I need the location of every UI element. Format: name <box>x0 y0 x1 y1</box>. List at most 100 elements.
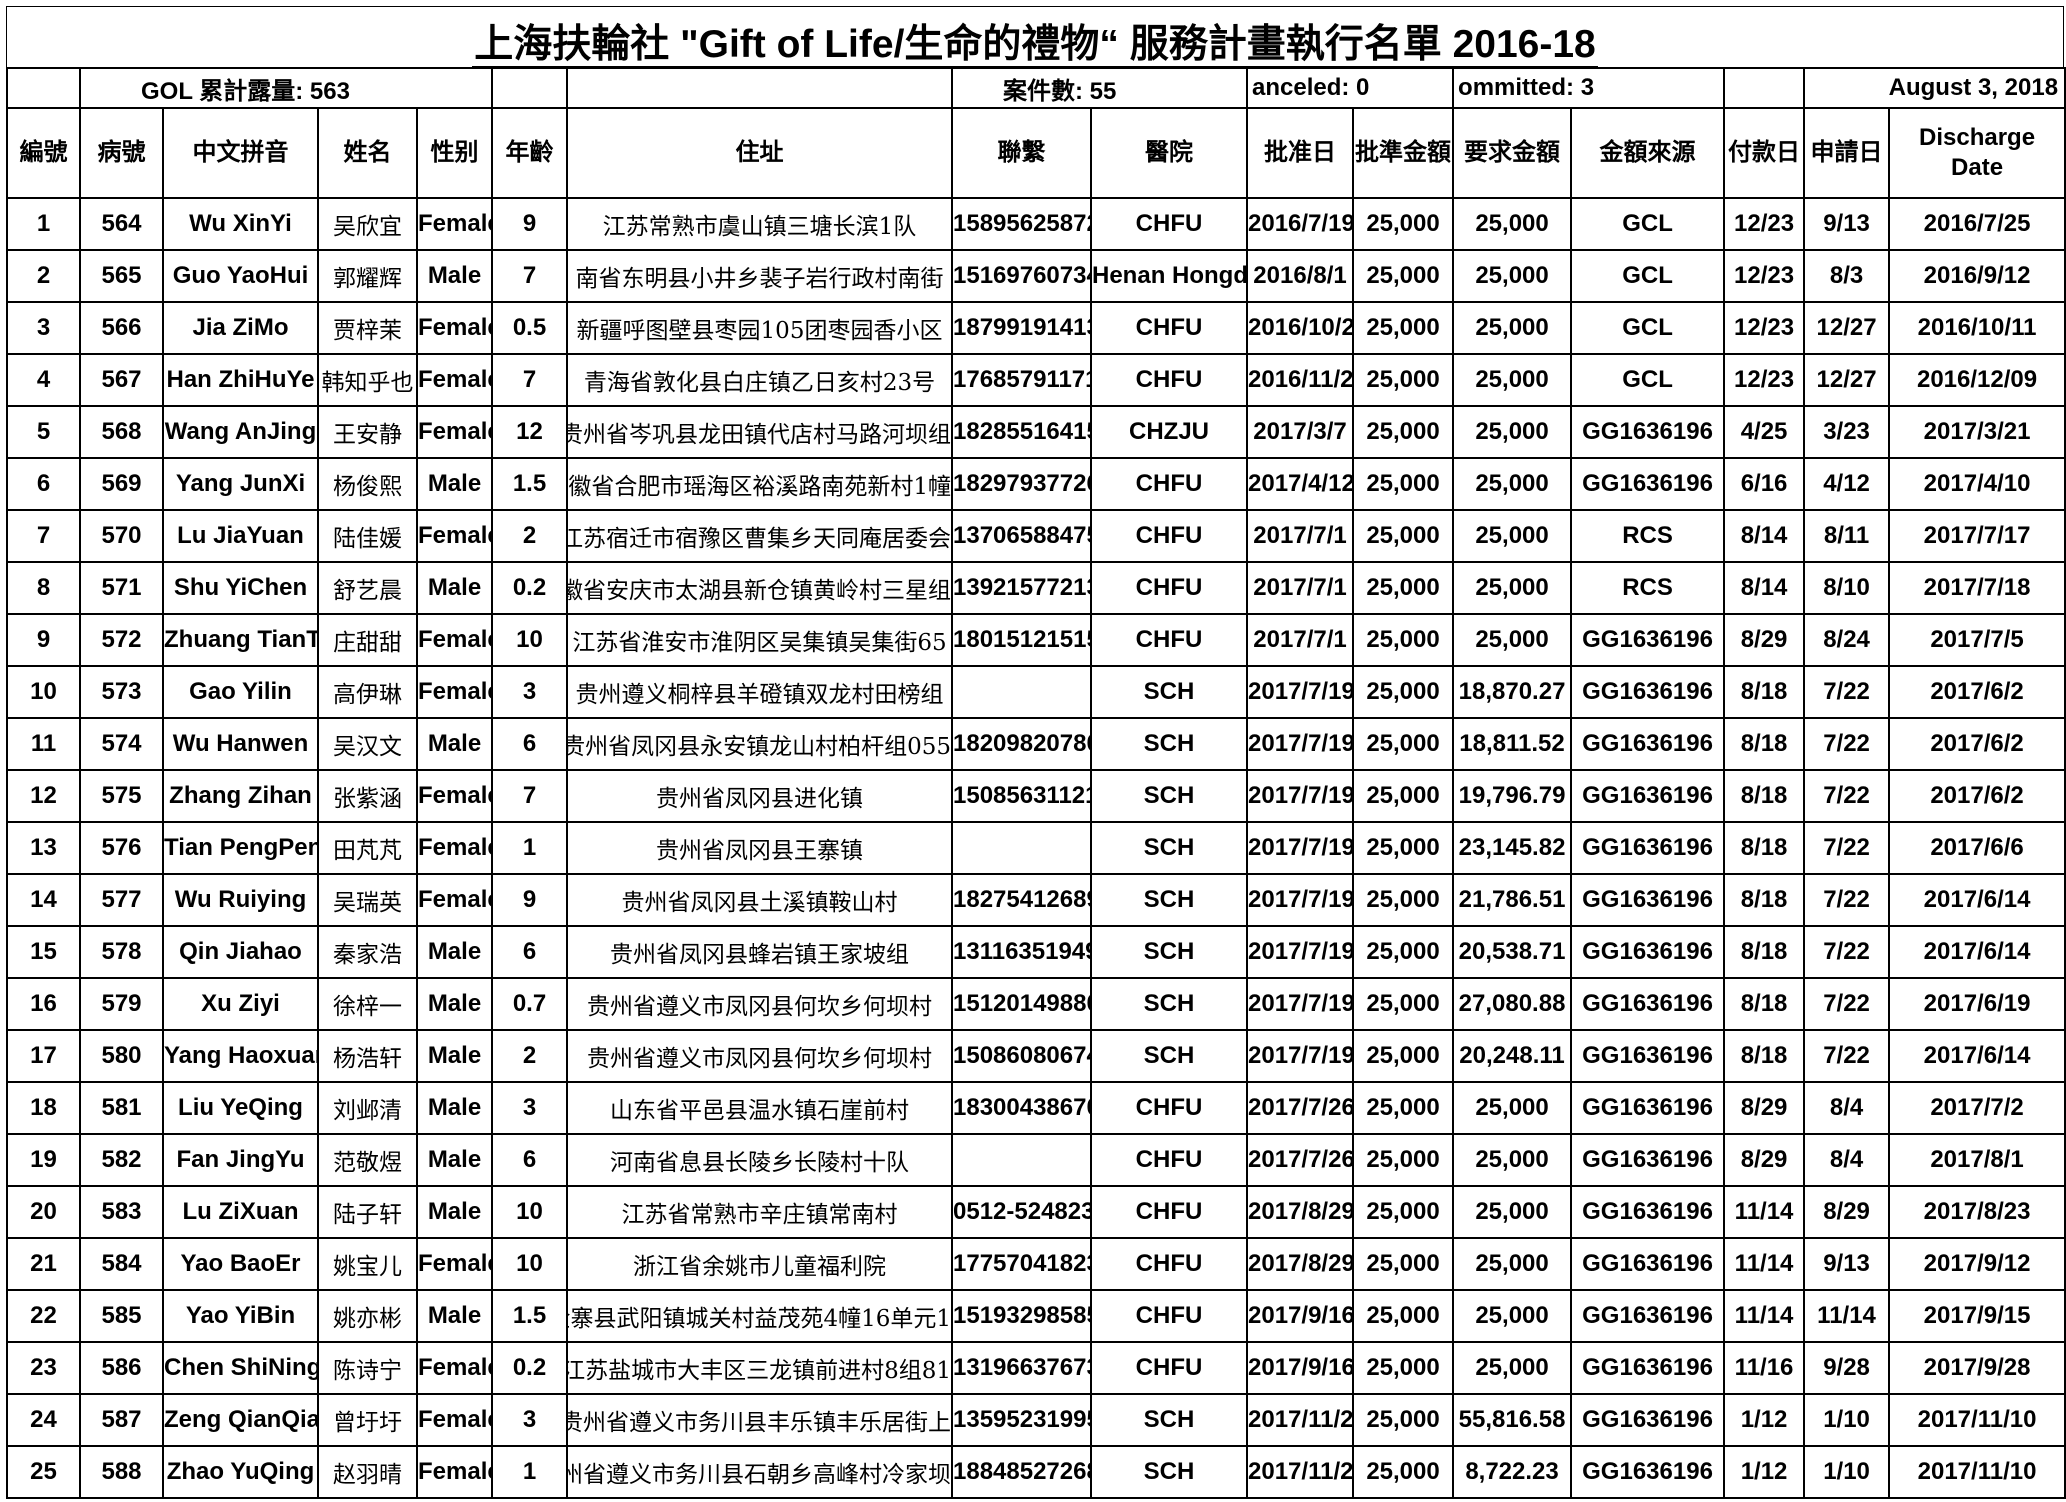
cell-funding-source: GG1636196 <box>1570 1081 1726 1135</box>
cell-contact-phone: 13116351949 <box>951 925 1092 979</box>
cell-contact-phone: 15895625872 <box>951 197 1092 251</box>
cell-pinyin-name: Yang Haoxuan <box>162 1029 319 1083</box>
cell-funding-source: GCL <box>1570 301 1726 355</box>
cell-requested-amount: 19,796.79 <box>1452 769 1573 823</box>
cell-funding-source: GG1636196 <box>1570 1133 1726 1187</box>
cell-approval-date: 2016/8/1 <box>1246 249 1355 303</box>
cell-address: 新疆呼图壁县枣园105团枣园香小区 <box>566 301 953 355</box>
cell-gender: Female <box>416 301 493 355</box>
cell-discharge-date: 2017/6/6 <box>1888 821 2066 875</box>
cell-approval-date: 2017/7/26 <box>1246 1081 1355 1135</box>
cell-application-date: 7/22 <box>1803 977 1891 1031</box>
cell-application-date: 8/11 <box>1803 509 1891 563</box>
cell-chinese-name: 郭耀辉 <box>317 249 418 303</box>
cell-chinese-name: 吴瑞英 <box>317 873 418 927</box>
cell-age: 9 <box>491 873 568 927</box>
cell-contact-phone <box>951 821 1092 875</box>
cell-pinyin-name: Zhuang TianTian <box>162 613 319 667</box>
table-row: 9572Zhuang TianTian庄甜甜Female10江苏省淮安市淮阴区吴… <box>6 613 2066 667</box>
cell-hospital: CHFU <box>1089 1133 1249 1187</box>
table-row: 6 569 Yang JunXi 杨俊熙 Male 1.5 安徽省合肥市瑶海区裕溪路南苑新村… <box>6 457 2066 511</box>
cell-funding-source: GG1636196 <box>1570 717 1726 771</box>
cell-pinyin-name: Yao BaoEr <box>162 1237 319 1291</box>
cell-pinyin-name: Zhang Zihan <box>162 769 319 823</box>
cell-funding-source: GG1636196 <box>1570 1393 1726 1447</box>
cell-chinese-name: 杨俊熙 <box>317 457 418 511</box>
summary-cell <box>6 67 81 109</box>
cell-age: 9 <box>491 197 568 251</box>
cell-address: 河南省息县长陵乡长陵村十队 <box>566 1133 953 1187</box>
cell-row-number: 5 <box>6 405 81 459</box>
cell-patient-id: 586 <box>79 1341 164 1395</box>
cell-discharge-date: 2016/7/25 <box>1888 197 2066 251</box>
header-approval-date: 批准日 <box>1246 107 1355 199</box>
cell-payment-date: 8/18 <box>1723 821 1806 875</box>
cell-approval-date: 2017/7/19 <box>1246 925 1355 979</box>
cell-application-date: 1/10 <box>1803 1393 1891 1447</box>
header-age: 年齡 <box>491 107 568 199</box>
cell-contact-phone <box>951 1133 1092 1187</box>
cell-pinyin-name: Han ZhiHuYe <box>162 353 319 407</box>
cell-row-number: 10 <box>6 665 81 719</box>
cell-contact-phone: 17685791171 <box>951 353 1092 407</box>
cell-gender: Male <box>416 457 493 511</box>
cell-gender: Male <box>416 717 493 771</box>
cell-application-date: 7/22 <box>1803 925 1891 979</box>
cell-row-number: 6 <box>6 457 81 511</box>
cell-patient-id: 587 <box>79 1393 164 1447</box>
table-row: 22585Yao YiBin姚亦彬Male1.5安徽省金寨县武阳镇城关村益茂苑4… <box>6 1289 2066 1343</box>
cell-approval-date: 2017/7/19 <box>1246 1029 1355 1083</box>
cell-funding-source: GCL <box>1570 249 1726 303</box>
cell-payment-date: 8/29 <box>1723 613 1806 667</box>
report-date: August 3, 2018 <box>1803 67 2066 109</box>
cell-gender: Male <box>416 1185 493 1239</box>
cell-pinyin-name: Liu YeQing <box>162 1081 319 1135</box>
cell-funding-source: GG1636196 <box>1570 1237 1726 1291</box>
table-row: 21584Yao BaoEr姚宝儿Female10浙江省余姚市儿童福利院1775… <box>6 1237 2066 1291</box>
cell-patient-id: 582 <box>79 1133 164 1187</box>
cell-approved-amount: 25,000 <box>1352 925 1455 979</box>
cell-discharge-date: 2017/11/10 <box>1888 1393 2066 1447</box>
cell-approval-date: 2017/7/19 <box>1246 873 1355 927</box>
cell-chinese-name: 高伊琳 <box>317 665 418 719</box>
cell-payment-date: 12/23 <box>1723 301 1806 355</box>
sheet-title: 上海扶輪社 "Gift of Life/生命的禮物“ 服務計畫執行名單 2016… <box>7 13 2063 69</box>
table-row: 20 583 Lu ZiXuan 陆子轩 Male 10 江苏省常熟市辛庄镇常南村 0512-… <box>6 1185 2066 1239</box>
committed-count: ommitted: 3 <box>1452 67 1726 109</box>
cell-address: 浙江省余姚市儿童福利院 <box>566 1237 953 1291</box>
cell-approval-date: 2017/7/19 <box>1246 769 1355 823</box>
cell-pinyin-name: Qin Jiahao <box>162 925 319 979</box>
cell-gender: Male <box>416 249 493 303</box>
cell-payment-date: 4/25 <box>1723 405 1806 459</box>
cell-discharge-date: 2016/12/09 <box>1888 353 2066 407</box>
cell-patient-id: 575 <box>79 769 164 823</box>
cell-chinese-name: 吴欣宜 <box>317 197 418 251</box>
header-discharge-date: Discharge Date <box>1888 107 2066 199</box>
cell-contact-phone: 18300438670 <box>951 1081 1092 1135</box>
cell-address: 贵州省遵义市务川县石朝乡高峰村冷家坝 <box>566 1445 953 1499</box>
cell-discharge-date: 2017/6/2 <box>1888 717 2066 771</box>
cell-gender: Female <box>416 1237 493 1291</box>
cell-payment-date: 12/23 <box>1723 353 1806 407</box>
cell-approval-date: 2017/11/27 <box>1246 1393 1355 1447</box>
cell-contact-phone: 15120149880 <box>951 977 1092 1031</box>
cell-application-date: 9/13 <box>1803 1237 1891 1291</box>
cell-gender: Female <box>416 353 493 407</box>
cell-chinese-name: 刘邺清 <box>317 1081 418 1135</box>
cell-chinese-name: 陆佳媛 <box>317 509 418 563</box>
summary-cell <box>491 67 568 109</box>
cell-payment-date: 8/18 <box>1723 977 1806 1031</box>
cell-approved-amount: 25,000 <box>1352 457 1455 511</box>
cell-row-number: 2 <box>6 249 81 303</box>
cell-approved-amount: 25,000 <box>1352 405 1455 459</box>
cell-pinyin-name: Jia ZiMo <box>162 301 319 355</box>
cell-payment-date: 8/29 <box>1723 1133 1806 1187</box>
cell-hospital: SCH <box>1089 1029 1249 1083</box>
header-payment-date: 付款日 <box>1723 107 1806 199</box>
spreadsheet: 上海扶輪社 "Gift of Life/生命的禮物“ 服務計畫執行名單 2016… <box>6 6 2066 1499</box>
cell-hospital: CHFU <box>1089 1289 1249 1343</box>
table-row: 2 565 Guo YaoHui 郭耀辉 Male 7 南省东明县小井乡裴子岩行政村南街 15… <box>6 249 2066 303</box>
cell-funding-source: GG1636196 <box>1570 769 1726 823</box>
cell-row-number: 20 <box>6 1185 81 1239</box>
cell-contact-phone: 13595231995 <box>951 1393 1092 1447</box>
